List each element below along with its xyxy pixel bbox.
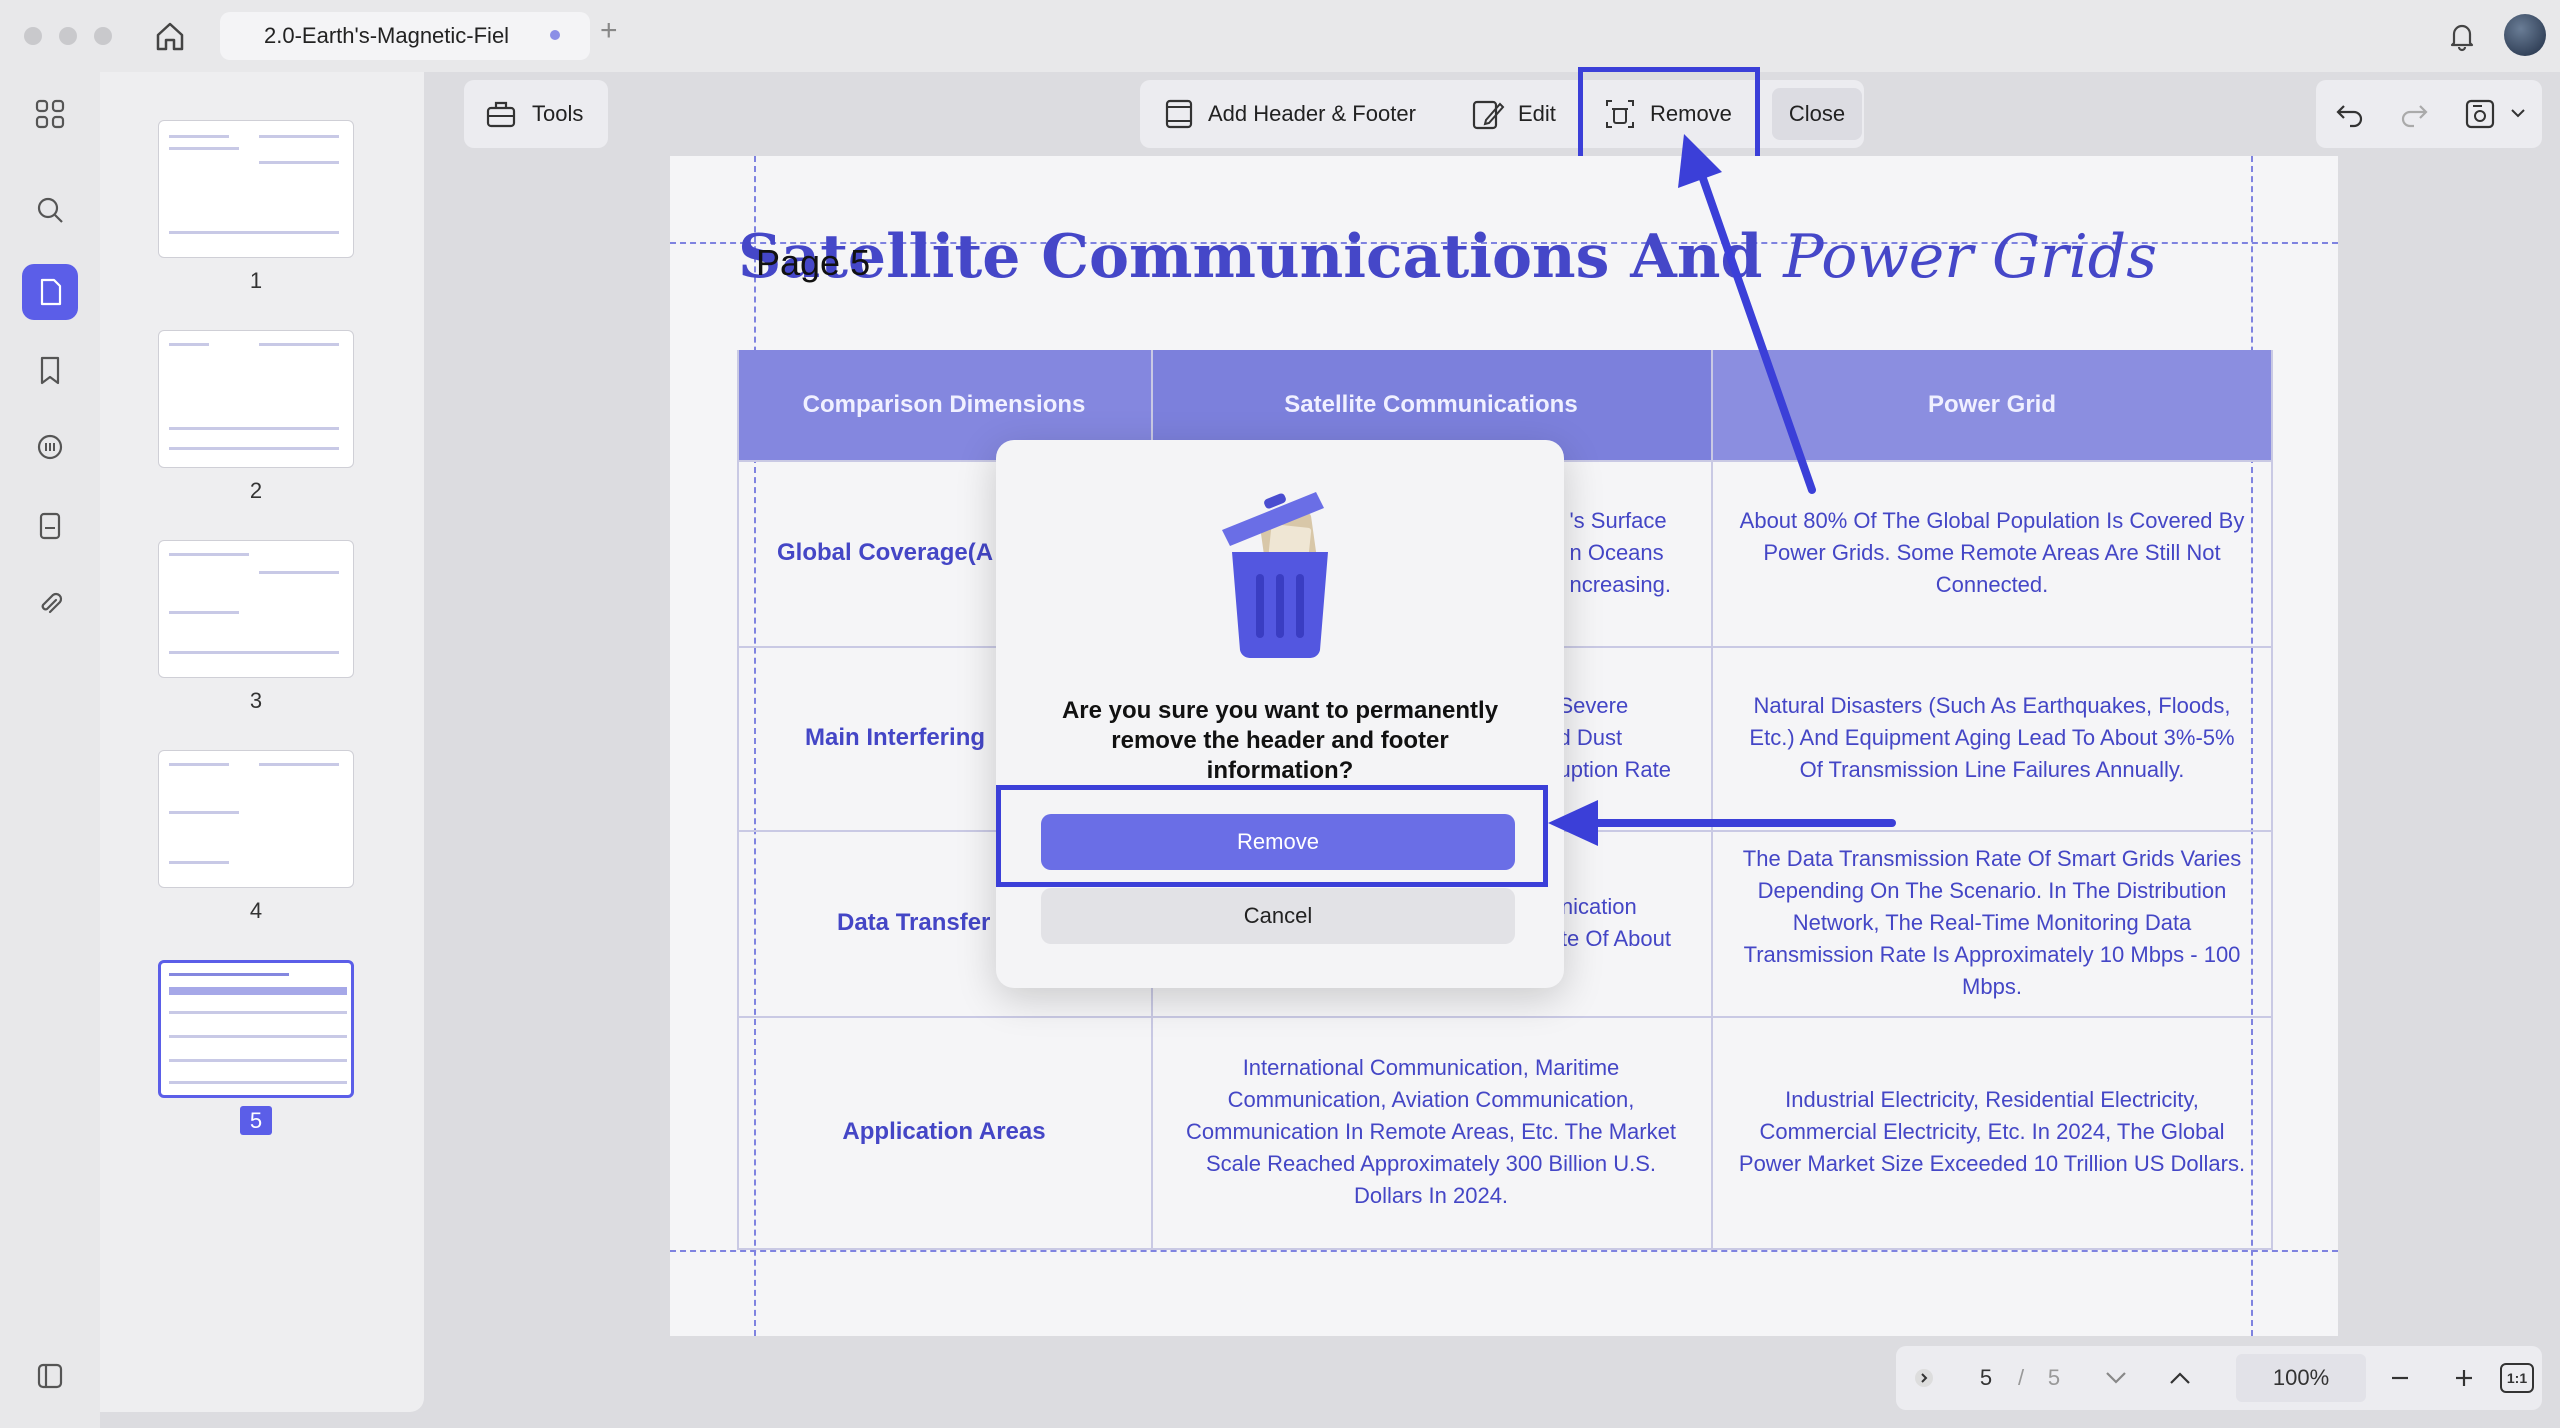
chevron-right-icon: [1915, 1369, 1933, 1387]
page-thumbnail-selected[interactable]: [158, 960, 354, 1098]
chevron-down-icon[interactable]: [2510, 108, 2526, 120]
dialog-message: Are you sure you want to permanently rem…: [1061, 697, 1499, 784]
add-header-footer-button[interactable]: Add Header & Footer: [1162, 80, 1416, 148]
document-title: Satellite Communications And Power Grids: [738, 222, 2157, 292]
minimize-window-button[interactable]: [59, 27, 77, 45]
apps-grid-icon[interactable]: [30, 94, 70, 134]
header-footer-icon: [1165, 99, 1193, 129]
chevron-up-icon: [2170, 1372, 2190, 1384]
zoom-in-button[interactable]: [2444, 1346, 2484, 1410]
redo-icon[interactable]: [2396, 96, 2432, 132]
zoom-level[interactable]: 100%: [2236, 1354, 2366, 1402]
comment-icon[interactable]: [30, 428, 70, 468]
page-thumbnail[interactable]: [158, 330, 354, 468]
satellite-cell: International Communication, Maritime Co…: [1186, 1055, 1676, 1208]
expand-nav-button[interactable]: [1906, 1346, 1942, 1410]
zoom-out-button[interactable]: [2380, 1346, 2420, 1410]
thumbnail-label-selected: 5: [158, 1106, 354, 1135]
avatar[interactable]: [2504, 14, 2546, 56]
power-grid-cell: About 80% Of The Global Population Is Co…: [1739, 508, 2245, 597]
confirm-remove-highlight-box: [996, 785, 1548, 887]
actual-size-button[interactable]: 1:1: [2500, 1363, 2534, 1393]
next-page-button[interactable]: [2096, 1346, 2136, 1410]
toolbox-icon: [486, 101, 516, 128]
title-bar: 2.0-Earth's-Magnetic-Fiel +: [0, 0, 2560, 72]
edit-icon: [1472, 100, 1505, 130]
attachment-icon[interactable]: [30, 584, 70, 624]
sidebar-toggle-icon[interactable]: [30, 1356, 70, 1396]
search-icon[interactable]: [30, 190, 70, 230]
new-tab-button[interactable]: +: [600, 14, 618, 48]
left-rail: [0, 72, 100, 1428]
previous-page-button[interactable]: [2160, 1346, 2200, 1410]
remove-highlight-box: [1578, 67, 1760, 167]
unsaved-dot-icon: [550, 30, 560, 40]
total-pages: 5: [2047, 1365, 2061, 1390]
thumbnail-label: 2: [249, 478, 263, 503]
chevron-down-icon: [2106, 1372, 2126, 1384]
tools-label: Tools: [532, 101, 584, 126]
power-grid-cell: Industrial Electricity, Residential Elec…: [1738, 1087, 2246, 1176]
document-tab-title: 2.0-Earth's-Magnetic-Fiel: [264, 23, 510, 48]
bell-icon[interactable]: [2444, 18, 2480, 54]
minus-icon: [2392, 1376, 2408, 1380]
page-thumbnail[interactable]: [158, 120, 354, 258]
power-grid-cell: The Data Transmission Rate Of Smart Grid…: [1742, 846, 2242, 999]
footer-guide-line: [670, 1250, 2338, 1252]
plus-icon: [2456, 1370, 2472, 1386]
bookmark-icon[interactable]: [30, 350, 70, 390]
page-navigation-bar: 5 / 5 100% 1:1: [1896, 1346, 2542, 1410]
history-toolbar: [2316, 80, 2542, 148]
header-page-label: Page 5: [756, 242, 871, 283]
close-window-button[interactable]: [24, 27, 42, 45]
close-header-footer-button[interactable]: Close: [1772, 88, 1862, 140]
pages-icon[interactable]: [22, 264, 78, 320]
trash-can-icon: [1222, 492, 1328, 659]
thumbnail-label: 4: [249, 898, 263, 923]
power-grid-cell: Natural Disasters (Such As Earthquakes, …: [1749, 693, 2235, 782]
home-icon[interactable]: [152, 18, 188, 54]
document-icon[interactable]: [30, 506, 70, 546]
undo-icon[interactable]: [2332, 96, 2368, 132]
maximize-window-button[interactable]: [94, 27, 112, 45]
thumbnail-panel: 1 2 3 4 5: [100, 72, 424, 1412]
table-header-cell: Power Grid: [1711, 350, 2273, 460]
page-separator: /: [2017, 1365, 2025, 1390]
thumbnail-label: 3: [249, 688, 263, 713]
edit-button[interactable]: Edit: [1470, 80, 1556, 148]
cancel-button[interactable]: Cancel: [1041, 888, 1515, 944]
page-thumbnail[interactable]: [158, 750, 354, 888]
page-thumbnail[interactable]: [158, 540, 354, 678]
document-tab[interactable]: 2.0-Earth's-Magnetic-Fiel: [220, 12, 590, 60]
save-icon[interactable]: [2462, 96, 2498, 132]
row-label: Application Areas: [842, 1118, 1046, 1145]
thumbnail-label: 1: [249, 268, 263, 293]
remove-confirm-dialog: Are you sure you want to permanently rem…: [996, 440, 1564, 988]
current-page-input[interactable]: 5: [1966, 1346, 2006, 1410]
tools-button[interactable]: Tools: [464, 80, 608, 148]
